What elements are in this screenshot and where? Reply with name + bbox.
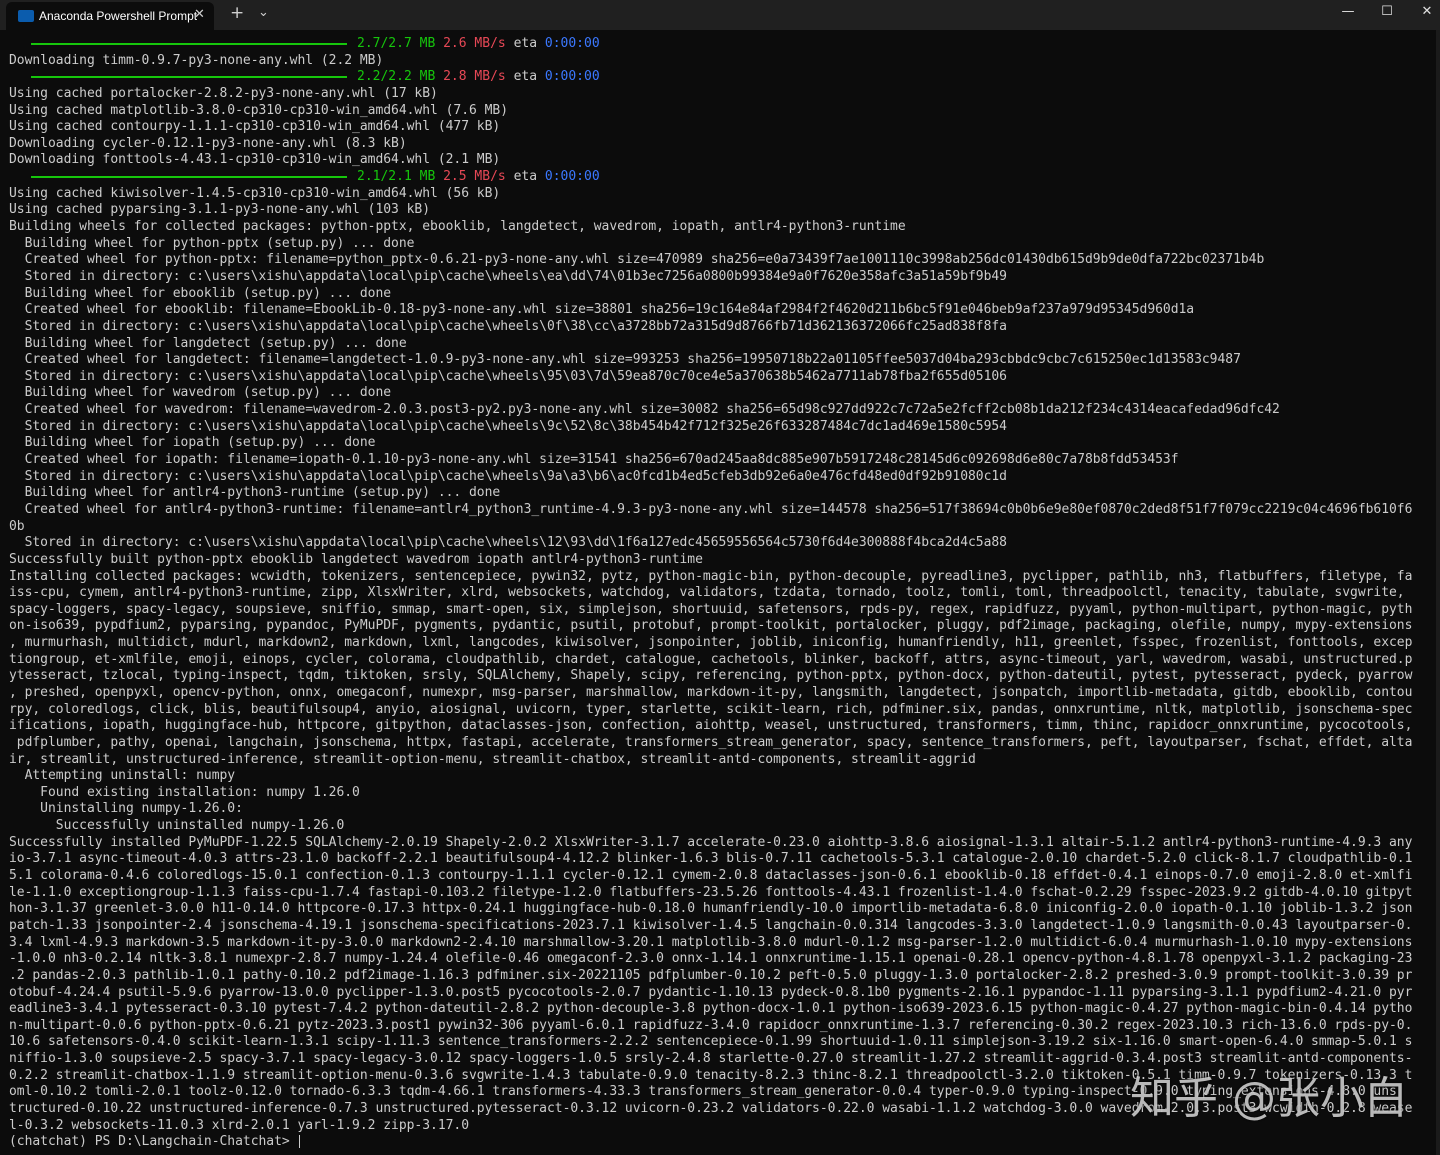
progress-bar-1: 2.7/2.7 MB 2.6 MB/s eta 0:00:00 — [9, 36, 1436, 53]
output-line: Created wheel for wavedrom: filename=wav… — [9, 402, 1280, 418]
output-line: Building wheel for ebooklib (setup.py) .… — [9, 285, 392, 301]
text-cursor — [299, 1135, 301, 1149]
output-line: Using cached portalocker-2.8.2-py3-none-… — [9, 85, 438, 101]
output-line: ifications, iopath, huggingface-hub, htt… — [9, 718, 1413, 734]
output-line: io-3.7.1 async-timeout-4.0.3 attrs-23.1.… — [9, 851, 1413, 867]
output-line: Successfully built python-pptx ebooklib … — [9, 551, 703, 567]
output-line: rpy, coloredlogs, click, blis, beautiful… — [9, 701, 1413, 717]
output-line: Building wheel for langdetect (setup.py)… — [9, 335, 407, 351]
output-line: ytesseract, tzlocal, typing-inspect, tqd… — [9, 668, 1413, 684]
prompt-text: (chatchat) PS D:\Langchain-Chatchat> — [9, 1134, 298, 1150]
output-line: otobuf-4.24.4 psutil-5.9.6 pyarrow-13.0.… — [9, 984, 1413, 1000]
output-line: Building wheel for python-pptx (setup.py… — [9, 235, 415, 251]
output-line: Building wheel for antlr4-python3-runtim… — [9, 485, 501, 501]
output-line: Created wheel for ebooklib: filename=Ebo… — [9, 302, 1195, 318]
progress-fill — [31, 75, 347, 78]
output-line: Stored in directory: c:\users\xishu\appd… — [9, 318, 1007, 334]
output-line: Installing collected packages: wcwidth, … — [9, 568, 1413, 584]
tab-close-icon[interactable]: ✕ — [194, 7, 205, 22]
close-window-button[interactable]: ✕ — [1407, 4, 1440, 19]
output-line: n-multipart-0.0.6 python-pptx-0.6.21 pyt… — [9, 1017, 1413, 1033]
new-tab-button[interactable]: + — [230, 3, 244, 23]
output-line: Stored in directory: c:\users\xishu\appd… — [9, 535, 1007, 551]
output-line: Found existing installation: numpy 1.26.… — [9, 784, 360, 800]
terminal-tab[interactable]: Anaconda Powershell Prompt ✕ — [6, 2, 214, 30]
output-line: -1.0.0 nh3-0.2.14 nltk-3.8.1 numexpr-2.8… — [9, 951, 1413, 967]
output-line: Using cached pyparsing-3.1.1-py3-none-an… — [9, 202, 431, 218]
scrollbar[interactable] — [1436, 30, 1440, 1155]
output-line: Stored in directory: c:\users\xishu\appd… — [9, 268, 1007, 284]
output-line: Building wheel for iopath (setup.py) ...… — [9, 435, 376, 451]
output-line: Downloading fonttools-4.43.1-cp310-cp310… — [9, 152, 501, 168]
output-line: Building wheels for collected packages: … — [9, 219, 906, 235]
output-line: on-iso639, pypdfium2, pyparsing, pypando… — [9, 618, 1413, 634]
output-line: Stored in directory: c:\users\xishu\appd… — [9, 418, 1007, 434]
prompt-line[interactable]: (chatchat) PS D:\Langchain-Chatchat> — [9, 1134, 1436, 1151]
output-line: ir, streamlit, unstructured-inference, s… — [9, 751, 976, 767]
output-line: Successfully uninstalled numpy-1.26.0 — [9, 818, 345, 834]
output-line: Building wheel for wavedrom (setup.py) .… — [9, 385, 392, 401]
output-line: Using cached matplotlib-3.8.0-cp310-cp31… — [9, 102, 508, 118]
output-line: eadline3-3.4.1 pytesseract-0.3.10 pytest… — [9, 1001, 1413, 1017]
progress-fill — [31, 42, 347, 45]
progress-fill — [31, 175, 347, 178]
output-line: Attempting uninstall: numpy — [9, 768, 236, 784]
output-line: 10.6 safetensors-0.4.0 scikit-learn-1.3.… — [9, 1034, 1413, 1050]
output-line: Created wheel for langdetect: filename=l… — [9, 352, 1241, 368]
terminal-output[interactable]: 2.7/2.7 MB 2.6 MB/s eta 0:00:00 Download… — [0, 36, 1436, 1155]
progress-bar-3: 2.1/2.1 MB 2.5 MB/s eta 0:00:00 — [9, 169, 1436, 186]
output-line: hon-3.1.37 greenlet-3.0.0 h11-0.14.0 htt… — [9, 901, 1413, 917]
output-line: Stored in directory: c:\users\xishu\appd… — [9, 368, 1007, 384]
output-line: Stored in directory: c:\users\xishu\appd… — [9, 468, 1007, 484]
output-line: Uninstalling numpy-1.26.0: — [9, 801, 243, 817]
output-line: 0b — [9, 518, 25, 534]
output-line: Successfully installed PyMuPDF-1.22.5 SQ… — [9, 834, 1413, 850]
maximize-button[interactable]: ☐ — [1367, 4, 1407, 19]
output-line: le-1.1.0 exceptiongroup-1.1.3 faiss-cpu-… — [9, 884, 1413, 900]
powershell-icon — [18, 10, 34, 22]
output-line: Using cached kiwisolver-1.4.5-cp310-cp31… — [9, 185, 501, 201]
output-line: , murmurhash, multidict, mdurl, markdown… — [9, 635, 1413, 651]
output-line: Created wheel for antlr4-python3-runtime… — [9, 501, 1413, 517]
minimize-button[interactable]: — — [1328, 4, 1368, 19]
output-line: tiongroup, et-xmlfile, emoji, einops, cy… — [9, 651, 1413, 667]
output-line: .2 pandas-2.0.3 pathlib-1.0.1 pathy-0.10… — [9, 967, 1413, 983]
title-bar: Anaconda Powershell Prompt ✕ + ⌄ — ☐ ✕ — [0, 0, 1440, 30]
output-line: 3.4 lxml-4.9.3 markdown-3.5 markdown-it-… — [9, 934, 1413, 950]
output-line: 5.1 colorama-0.4.6 coloredlogs-15.0.1 co… — [9, 868, 1413, 884]
output-line: patch-1.33 jsonpointer-2.4 jsonschema-4.… — [9, 917, 1413, 933]
output-line: Downloading timm-0.9.7-py3-none-any.whl … — [9, 52, 384, 68]
output-line: Downloading cycler-0.12.1-py3-none-any.w… — [9, 135, 407, 151]
output-line: Created wheel for python-pptx: filename=… — [9, 252, 1265, 268]
progress-bar-2: 2.2/2.2 MB 2.8 MB/s eta 0:00:00 — [9, 69, 1436, 86]
output-line: , preshed, openpyxl, opencv-python, onnx… — [9, 684, 1413, 700]
output-line: Using cached contourpy-1.1.1-cp310-cp310… — [9, 119, 501, 135]
output-line: spacy-loggers, spacy-legacy, soupsieve, … — [9, 601, 1413, 617]
output-line: iss-cpu, cymem, antlr4-python3-runtime, … — [9, 585, 1405, 601]
output-line: pdfplumber, pathy, openai, langchain, js… — [9, 734, 1413, 750]
tab-title: Anaconda Powershell Prompt — [39, 9, 198, 23]
watermark: 知乎 @张小白 — [1130, 1073, 1408, 1124]
output-line: Created wheel for iopath: filename=iopat… — [9, 452, 1179, 468]
tab-dropdown-icon[interactable]: ⌄ — [258, 5, 269, 20]
